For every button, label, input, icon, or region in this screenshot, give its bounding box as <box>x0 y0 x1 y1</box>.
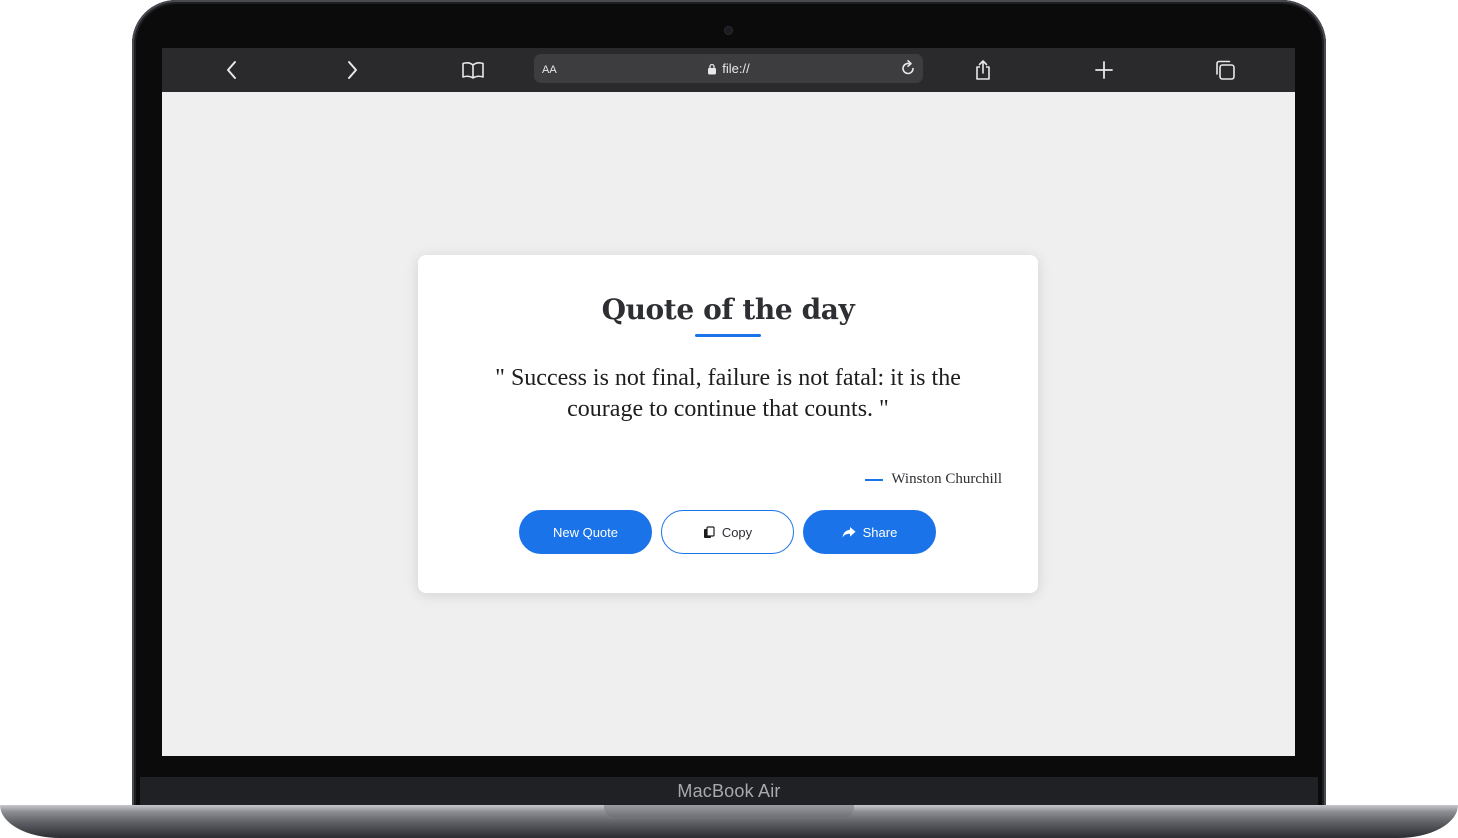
author-dash <box>865 478 884 481</box>
back-button[interactable] <box>217 55 247 85</box>
address-bar[interactable]: AA file:// <box>534 54 923 83</box>
chevron-right-icon <box>348 61 357 79</box>
share-arrow-icon <box>842 526 856 538</box>
model-label: MacBook Air <box>677 780 781 801</box>
copy-label: Copy <box>721 524 753 540</box>
browser-toolbar: AA file:// <box>162 48 1295 92</box>
book-icon <box>462 62 484 79</box>
copy-icon <box>703 525 715 538</box>
tabs-icon <box>1216 60 1235 80</box>
bottom-bezel: MacBook Air <box>140 777 1318 805</box>
button-row: New Quote Copy Share <box>519 510 936 554</box>
browser-window: AA file:// Quote of the day " Success is… <box>162 48 1295 756</box>
base-notch <box>604 805 854 817</box>
forward-button[interactable] <box>337 55 367 85</box>
share-icon <box>976 60 990 80</box>
reload-icon <box>902 60 914 75</box>
new-tab-button[interactable] <box>1089 55 1119 85</box>
bookmarks-button[interactable] <box>458 55 488 85</box>
author-name: Winston Churchill <box>891 471 1002 487</box>
title-underline <box>695 334 761 337</box>
quote-card: Quote of the day " Success is not final,… <box>418 255 1038 593</box>
tabs-overview-button[interactable] <box>1210 55 1240 85</box>
url-text: file:// <box>722 61 750 76</box>
new-quote-label: New Quote <box>552 524 619 540</box>
quote-text: " Success is not final, failure is not f… <box>495 365 961 422</box>
share-button[interactable]: Share <box>803 510 936 554</box>
card-title: Quote of the day <box>601 293 855 326</box>
plus-icon <box>1095 61 1113 79</box>
share-toolbar-button[interactable] <box>968 55 998 85</box>
chevron-left-icon <box>227 61 236 79</box>
camera-icon <box>725 27 732 34</box>
share-label: Share <box>862 524 898 540</box>
url-display: file:// <box>534 54 923 83</box>
new-quote-button[interactable]: New Quote <box>519 510 652 554</box>
author-line: Winston Churchill <box>865 471 1002 488</box>
reload-button[interactable] <box>899 59 917 82</box>
lock-icon <box>708 63 717 74</box>
copy-button[interactable]: Copy <box>661 510 794 554</box>
